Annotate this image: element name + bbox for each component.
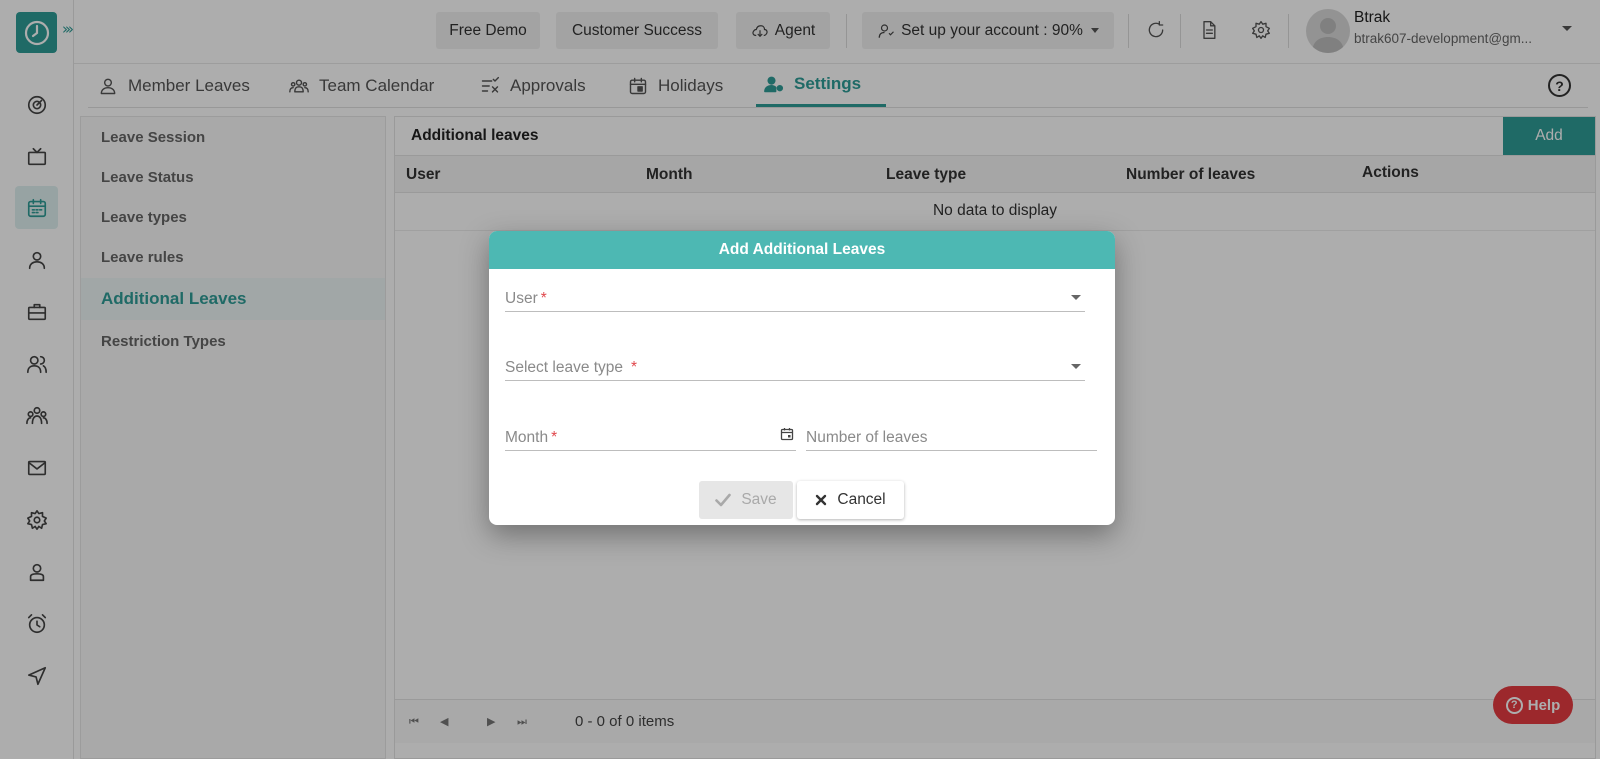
save-button[interactable]: Save [699, 481, 793, 519]
month-field[interactable]: Month * [505, 427, 796, 451]
number-of-leaves-input[interactable]: Number of leaves [806, 427, 1097, 451]
check-icon [715, 493, 732, 507]
required-mark: * [631, 359, 638, 376]
cancel-button[interactable]: Cancel [797, 481, 904, 519]
close-icon [816, 494, 827, 506]
cancel-label: Cancel [837, 491, 886, 508]
date-picker-icon[interactable] [780, 427, 794, 441]
month-label-text: Month [505, 429, 549, 446]
leave-type-select-label: Select leave type * [505, 359, 637, 377]
app-root: ››› Free Demo Customer Success Agent Set… [0, 0, 1600, 759]
save-label: Save [741, 491, 777, 508]
number-of-leaves-label: Number of leaves [806, 429, 928, 446]
chevron-down-icon [1071, 364, 1081, 369]
leave-type-label-text: Select leave type [505, 359, 624, 376]
dialog-title: Add Additional Leaves [489, 231, 1115, 269]
user-select[interactable]: User * [505, 288, 1085, 312]
user-label-text: User [505, 290, 538, 307]
required-mark: * [551, 429, 558, 446]
required-mark: * [540, 290, 547, 307]
month-field-label: Month * [505, 429, 557, 447]
leave-type-select[interactable]: Select leave type * [505, 357, 1085, 381]
add-additional-leaves-dialog: Add Additional Leaves User * Select leave… [489, 231, 1115, 525]
chevron-down-icon [1071, 295, 1081, 300]
user-select-label: User * [505, 290, 547, 308]
